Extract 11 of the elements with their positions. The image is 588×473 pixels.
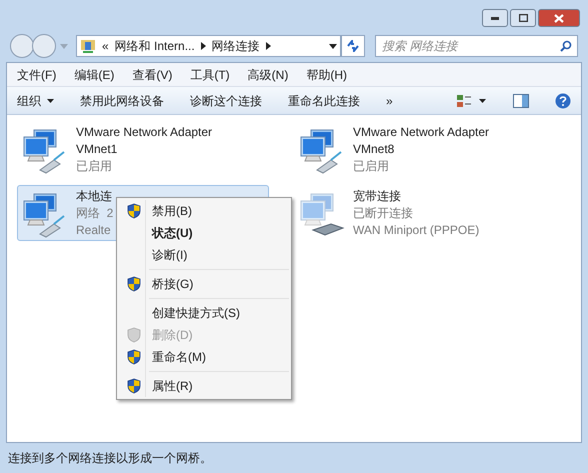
- connection-status: 已断开连接: [353, 205, 413, 222]
- connection-status: 已启用: [76, 158, 112, 175]
- connection-name: 宽带连接: [353, 188, 401, 205]
- connection-name: 本地连: [76, 188, 112, 205]
- device-name: Realte: [76, 222, 111, 239]
- connection-name: VMware Network Adapter VMnet1: [76, 124, 214, 158]
- connection-status: 已启用: [353, 158, 389, 175]
- connection-name: VMware Network Adapter VMnet8: [353, 124, 490, 158]
- connection-status: 网络 2: [76, 205, 114, 222]
- status-text: 连接到多个网络连接以形成一个网桥。: [8, 450, 212, 467]
- device-name: WAN Miniport (PPPOE): [353, 222, 480, 239]
